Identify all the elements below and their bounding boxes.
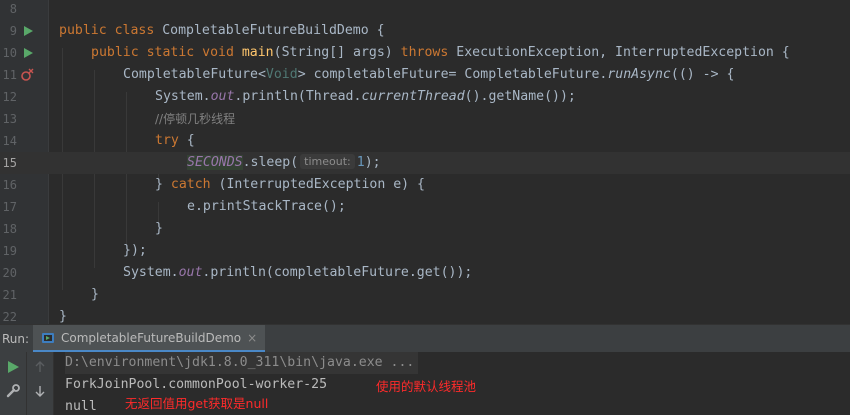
line-number: 21	[2, 288, 17, 302]
code-line[interactable]: 13 //停顿几秒线程	[0, 108, 850, 130]
code-line[interactable]: 9 public class CompletableFutureBuildDem…	[0, 20, 850, 42]
java-class-icon	[42, 332, 54, 343]
code-line[interactable]: 19 });	[0, 240, 850, 262]
console-output[interactable]: D:\environment\jdk1.8.0_311\bin\java.exe…	[54, 352, 850, 415]
run-toolbar-right	[27, 352, 54, 415]
code-line[interactable]: 11 CompletableFuture<Void> completableFu…	[0, 64, 850, 86]
code-text: System.out.println(Thread.currentThread(…	[155, 89, 576, 104]
code-line[interactable]: 18 }	[0, 218, 850, 240]
run-panel-label: Run:	[2, 332, 30, 346]
play-icon	[8, 361, 19, 373]
lambda-breakpoint-icon[interactable]	[20, 68, 34, 82]
code-text: public class CompletableFutureBuildDemo …	[59, 23, 385, 38]
line-number: 22	[2, 310, 17, 324]
run-toolbar-left	[0, 352, 27, 415]
code-text: try {	[155, 133, 195, 148]
code-text: });	[123, 243, 147, 258]
line-number: 11	[2, 68, 17, 82]
arrow-up-icon	[35, 361, 45, 372]
run-class-icon[interactable]	[21, 24, 35, 38]
line-number: 17	[2, 200, 17, 214]
run-panel-header: Run: CompletableFutureBuildDemo ×	[0, 324, 850, 353]
line-number: 13	[2, 112, 17, 126]
code-line[interactable]: 22 }	[0, 306, 850, 324]
code-editor[interactable]: 8 9 public class CompletableFutureBuildD…	[0, 0, 850, 324]
code-line[interactable]: 10 public static void main(String[] args…	[0, 42, 850, 64]
line-number: 19	[2, 244, 17, 258]
scroll-down-button[interactable]	[31, 382, 49, 400]
line-number: 10	[2, 46, 17, 60]
annotation-text: 使用的默认线程池	[376, 379, 477, 394]
line-number: 8	[9, 2, 17, 16]
settings-button[interactable]	[4, 382, 22, 400]
wrench-icon	[6, 384, 20, 398]
code-text: public static void main(String[] args) t…	[91, 45, 790, 60]
line-number: 12	[2, 90, 17, 104]
run-config-tab[interactable]: CompletableFutureBuildDemo ×	[33, 325, 266, 353]
run-main-icon[interactable]	[21, 46, 35, 60]
code-text: }	[91, 287, 99, 302]
code-comment: //停顿几秒线程	[155, 112, 236, 126]
code-text: System.out.println(completableFuture.get…	[123, 265, 473, 280]
line-number: 20	[2, 266, 17, 280]
code-text: CompletableFuture<Void> completableFutur…	[123, 67, 735, 82]
code-line[interactable]: 21 }	[0, 284, 850, 306]
code-line[interactable]: 14 try {	[0, 130, 850, 152]
code-text: } catch (InterruptedException e) {	[155, 177, 425, 192]
line-number: 14	[2, 134, 17, 148]
code-line[interactable]: 12 System.out.println(Thread.currentThre…	[0, 86, 850, 108]
close-icon[interactable]: ×	[247, 331, 257, 345]
line-number: 15	[2, 156, 17, 170]
parameter-hint: timeout:	[300, 154, 355, 169]
code-text: }	[59, 309, 67, 324]
code-line[interactable]: 8	[0, 0, 850, 20]
code-line[interactable]: 17 e.printStackTrace();	[0, 196, 850, 218]
line-number: 9	[9, 24, 17, 38]
scroll-up-button[interactable]	[31, 358, 49, 376]
code-text: SECONDS.sleep(timeout: 1);	[187, 154, 381, 170]
annotation-text: 无返回值用get获取是null	[125, 396, 269, 411]
run-tab-label: CompletableFutureBuildDemo	[61, 330, 242, 345]
console-output-line: null	[65, 399, 97, 414]
code-text: }	[155, 221, 163, 236]
code-line[interactable]: 16 } catch (InterruptedException e) {	[0, 174, 850, 196]
line-number: 16	[2, 178, 17, 192]
code-text: e.printStackTrace();	[187, 199, 346, 214]
code-line-current[interactable]: 15 SECONDS.sleep(timeout: 1);	[0, 152, 850, 174]
line-number: 18	[2, 222, 17, 236]
rerun-button[interactable]	[4, 358, 22, 376]
console-command-line: D:\environment\jdk1.8.0_311\bin\java.exe…	[65, 352, 419, 374]
arrow-down-icon	[35, 386, 45, 397]
code-line[interactable]: 20 System.out.println(completableFuture.…	[0, 262, 850, 284]
